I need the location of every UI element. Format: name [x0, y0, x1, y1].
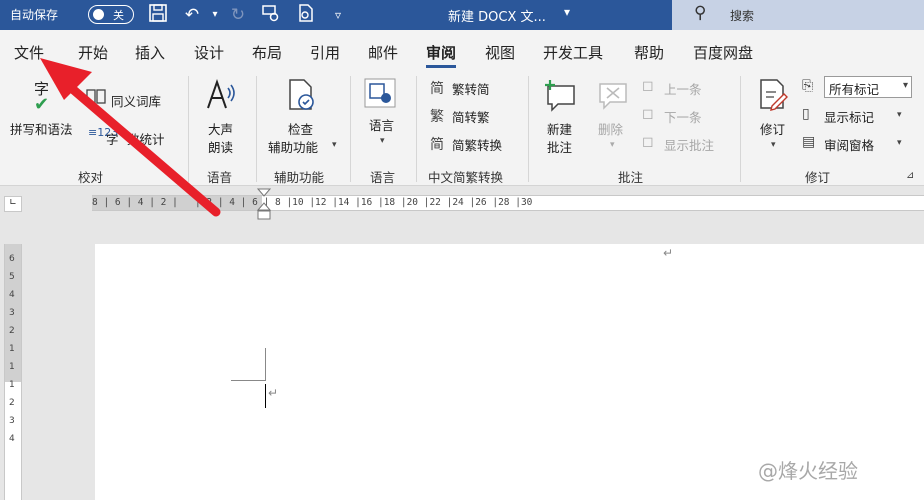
annotation-arrow-icon — [40, 58, 221, 217]
